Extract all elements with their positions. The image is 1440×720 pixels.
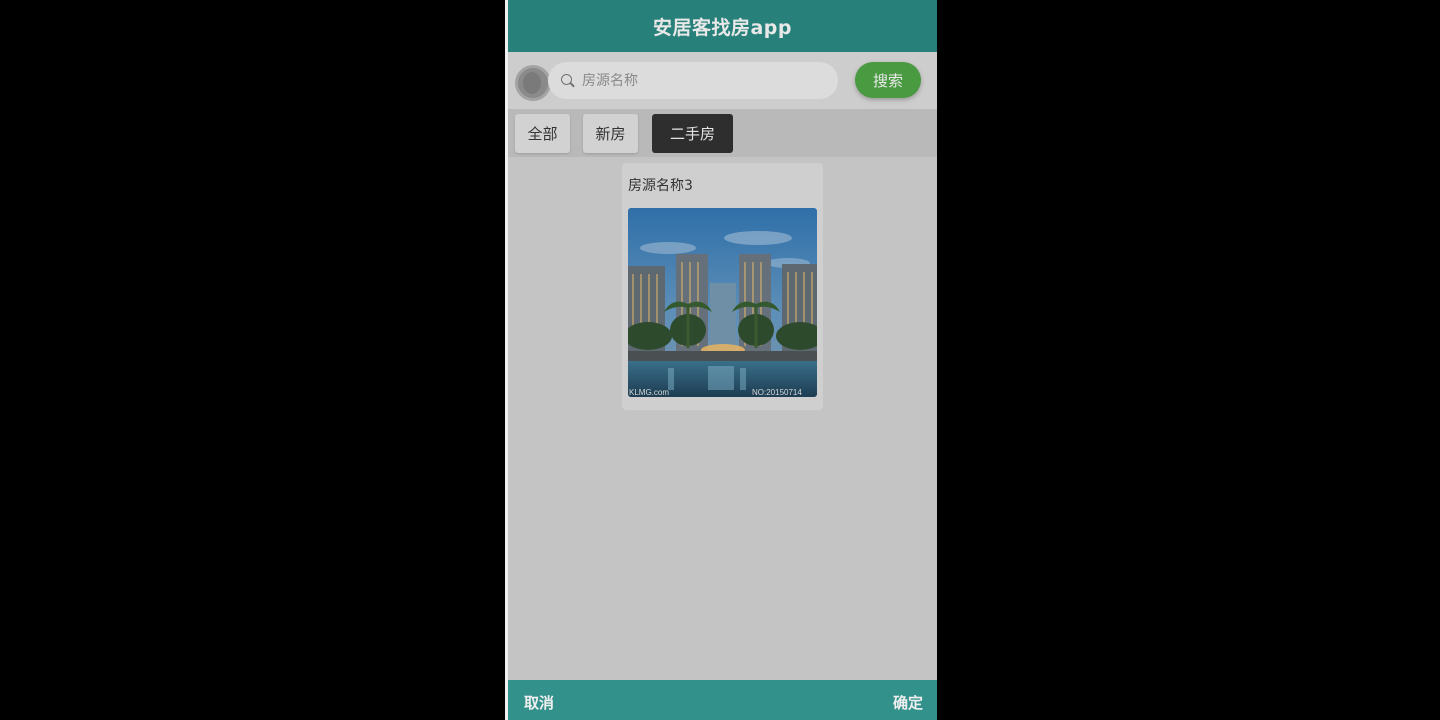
listing-photo: KLMG.com NO:20150714	[628, 208, 817, 397]
header-bar: 安居客找房app	[508, 0, 937, 52]
search-icon	[560, 73, 576, 89]
confirm-button[interactable]: 确定	[893, 692, 923, 713]
tab-all[interactable]: 全部	[515, 114, 570, 153]
cancel-button[interactable]: 取消	[524, 692, 554, 713]
watermark-right: NO:20150714	[752, 388, 802, 397]
phone-screen: 安居客找房app 搜索 全部 新房 二手房 房源名称3	[505, 0, 937, 720]
listing-title: 房源名称3	[628, 178, 693, 194]
app-title: 安居客找房app	[652, 16, 793, 39]
search-field[interactable]	[548, 62, 838, 99]
search-bar: 搜索	[508, 52, 937, 109]
search-button[interactable]: 搜索	[855, 62, 921, 98]
avatar-image	[523, 72, 541, 94]
listing-card[interactable]: 房源名称3 KLMG.com NO:20150714	[622, 163, 823, 410]
avatar[interactable]	[515, 65, 551, 101]
tab-new-house[interactable]: 新房	[583, 114, 638, 153]
category-tabs: 全部 新房 二手房	[508, 109, 937, 157]
footer-bar: 取消 确定	[508, 680, 937, 720]
search-input[interactable]	[582, 72, 822, 89]
listing-image[interactable]: KLMG.com NO:20150714	[628, 208, 817, 397]
tab-second-hand[interactable]: 二手房	[652, 114, 733, 153]
watermark-left: KLMG.com	[629, 388, 669, 397]
